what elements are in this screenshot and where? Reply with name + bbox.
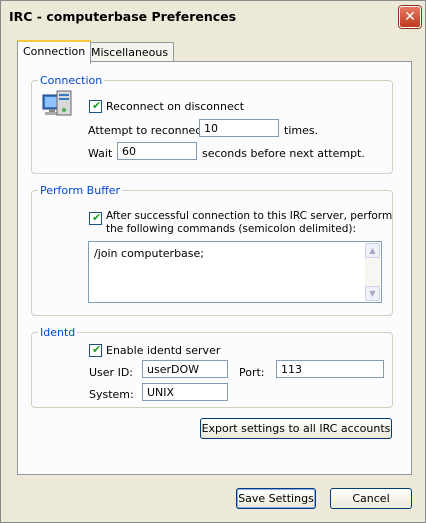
preferences-window: IRC - computerbase Preferences ✕ Connect… xyxy=(0,0,426,523)
connection-group: Connection ✔ Reconnect on disconnect Att… xyxy=(31,74,393,174)
commands-textarea[interactable]: /join computerbase; ▲ ▼ xyxy=(88,241,382,303)
identd-label: Enable identd server xyxy=(106,344,221,357)
wait-label: Wait xyxy=(88,147,113,160)
scroll-up-icon[interactable]: ▲ xyxy=(365,243,380,258)
port-label: Port: xyxy=(239,366,265,379)
wait-input[interactable]: 60 xyxy=(117,142,197,160)
port-input[interactable]: 113 xyxy=(276,360,384,378)
perform-label-line2: the following commands (semicolon delimi… xyxy=(106,223,357,235)
reconnect-checkbox[interactable]: ✔ xyxy=(89,99,102,113)
tab-connection[interactable]: Connection xyxy=(17,40,92,64)
tab-miscellaneous[interactable]: Miscellaneous xyxy=(85,42,175,62)
perform-buffer-legend: Perform Buffer xyxy=(38,184,123,197)
title-bar[interactable]: IRC - computerbase Preferences ✕ xyxy=(1,1,425,33)
system-input[interactable]: UNIX xyxy=(142,383,228,401)
userid-input[interactable]: userDOW xyxy=(142,360,228,378)
perform-buffer-group: Perform Buffer ✔ After successful connec… xyxy=(31,184,393,316)
userid-label: User ID: xyxy=(89,366,133,379)
commands-scrollbar[interactable]: ▲ ▼ xyxy=(365,243,380,301)
close-icon: ✕ xyxy=(404,9,416,25)
identd-legend: Identd xyxy=(38,326,78,339)
identd-checkbox[interactable]: ✔ xyxy=(89,343,102,357)
seconds-label: seconds before next attempt. xyxy=(202,147,365,160)
perform-label-line1: After successful connection to this IRC … xyxy=(106,210,393,222)
perform-checkbox[interactable]: ✔ xyxy=(89,211,102,225)
tab-panel: Connection ✔ Reconnect on disconnect Att… xyxy=(17,61,412,475)
commands-text: /join computerbase; xyxy=(94,247,204,260)
connection-legend: Connection xyxy=(38,74,105,87)
window-title: IRC - computerbase Preferences xyxy=(9,9,237,24)
computer-network-icon xyxy=(41,89,77,123)
save-settings-button[interactable]: Save Settings xyxy=(236,488,316,509)
export-settings-button[interactable]: Export settings to all IRC accounts xyxy=(200,418,392,439)
reconnect-label: Reconnect on disconnect xyxy=(106,100,245,113)
system-label: System: xyxy=(89,388,134,401)
times-label: times. xyxy=(284,124,319,137)
identd-group: Identd ✔ Enable identd server User ID: u… xyxy=(31,326,393,408)
cancel-button[interactable]: Cancel xyxy=(330,488,412,509)
scroll-down-icon[interactable]: ▼ xyxy=(365,286,380,301)
attempt-input[interactable]: 10 xyxy=(199,119,279,137)
close-button[interactable]: ✕ xyxy=(399,6,421,28)
attempt-label: Attempt to reconnect xyxy=(88,124,206,137)
